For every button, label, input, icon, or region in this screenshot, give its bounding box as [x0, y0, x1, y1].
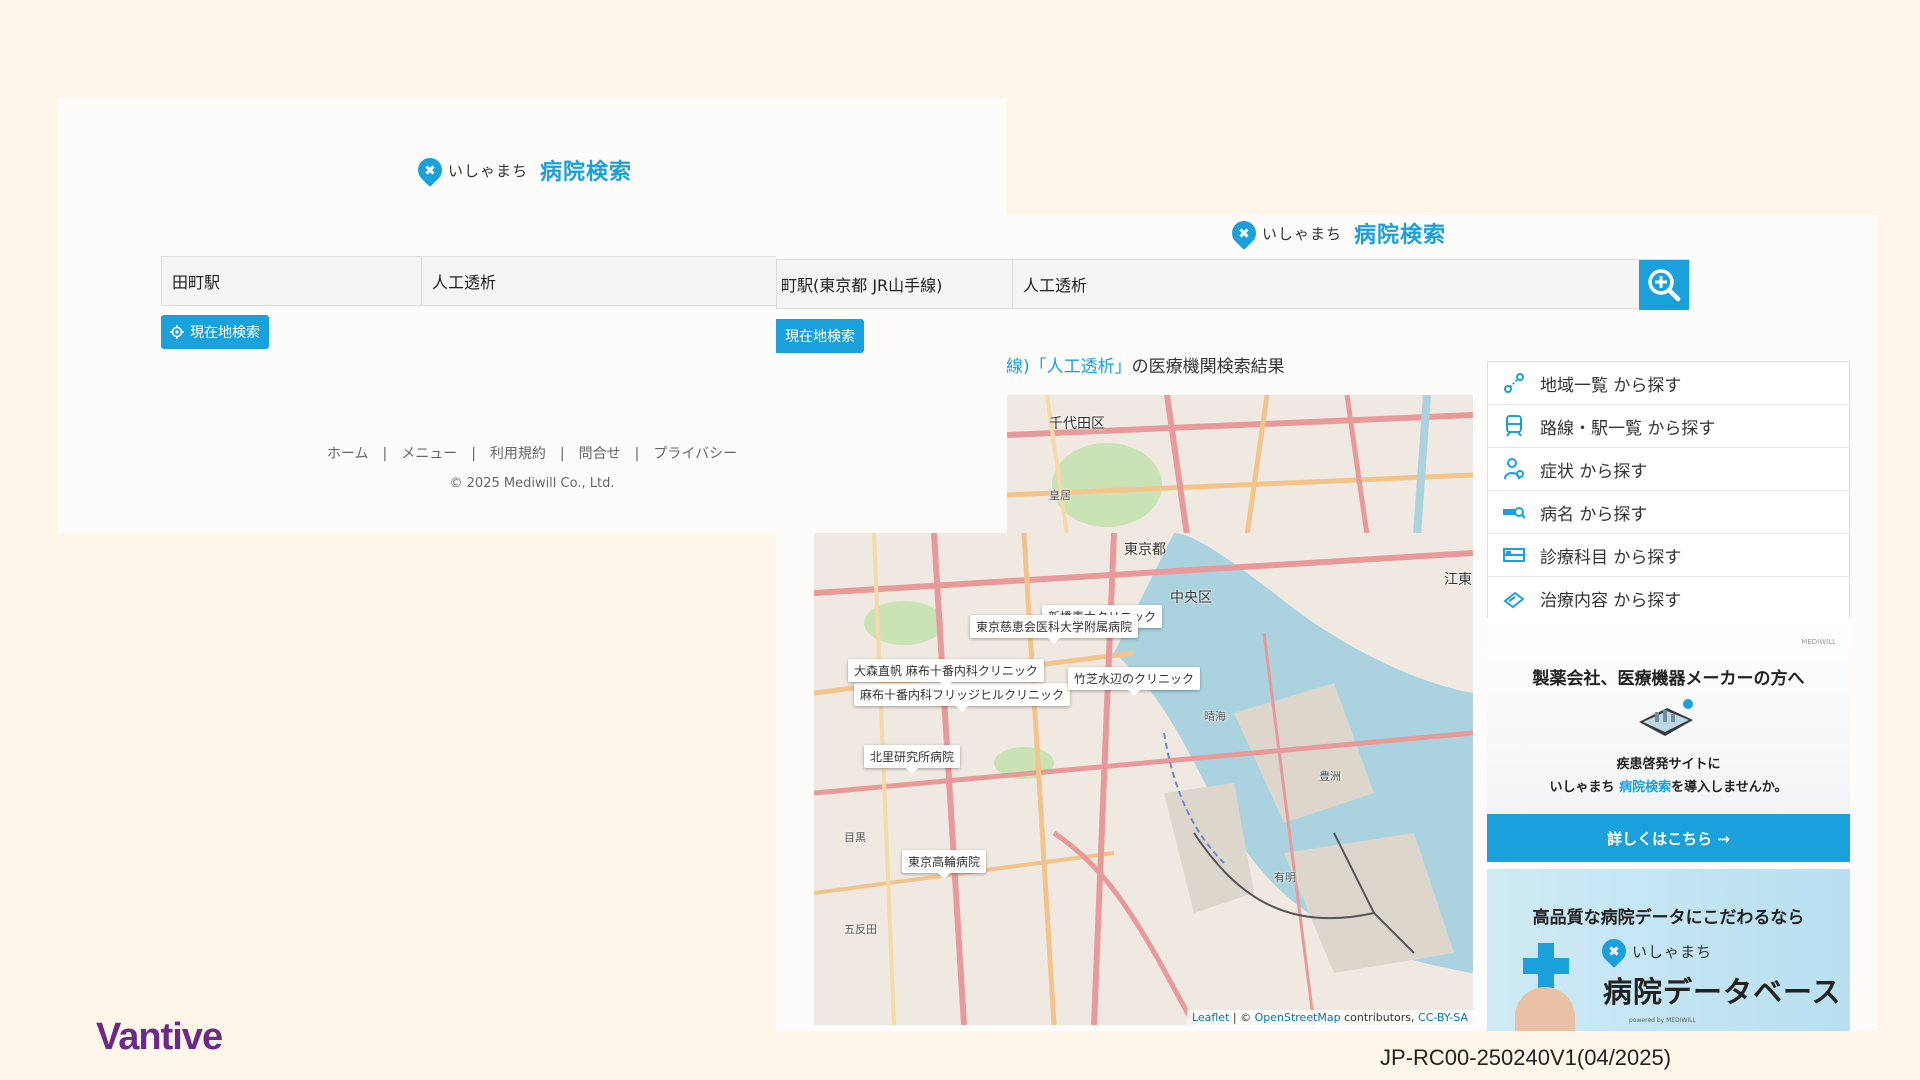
- footer-link-terms[interactable]: 利用規約: [490, 446, 546, 462]
- map-label: 豊洲: [1319, 770, 1341, 783]
- train-icon: [1502, 414, 1526, 438]
- smartphone-map-icon: [1639, 699, 1693, 736]
- menu-item-disease[interactable]: 病名 から探す: [1488, 491, 1849, 534]
- footer-link-contact[interactable]: 問合せ: [579, 446, 621, 462]
- location-button-label: 現在地検索: [785, 329, 855, 345]
- menu-item-label: 病名 から探す: [1540, 504, 1648, 525]
- license-link[interactable]: CC-BY-SA: [1418, 1011, 1468, 1024]
- menu-item-department[interactable]: 診療科目 から探す: [1488, 534, 1849, 577]
- hospital-bed-icon: [1502, 543, 1526, 567]
- map-label: 皇居: [1049, 489, 1071, 502]
- menu-item-label: 路線・駅一覧 から探す: [1540, 418, 1716, 439]
- medical-cross-drop-icon: [1597, 934, 1631, 968]
- results-heading-suffix: の医療機関検索結果: [1131, 357, 1285, 377]
- hospital-marker[interactable]: 東京慈恵会医科大学附属病院: [970, 615, 1139, 644]
- map-route-icon: [1502, 371, 1526, 395]
- brand-name-big: 病院検索: [1354, 223, 1447, 248]
- ad-brand-big: 病院検索: [1619, 780, 1672, 795]
- hospital-marker[interactable]: 麻布十番内科フリッジヒルクリニック: [854, 683, 1071, 712]
- ishamachi-logo: いしゃまち: [1597, 934, 1713, 968]
- mediwill-mini-logo: MEDIWILL: [1801, 638, 1836, 646]
- map-label: 江東: [1444, 572, 1472, 588]
- keyword-input[interactable]: 人工透析: [1013, 260, 1639, 308]
- ad-text-line1: 疾患啓発サイトに: [1616, 757, 1721, 772]
- footer-separator: |: [471, 446, 476, 462]
- ishamachi-logo[interactable]: いしゃまち 病院検索: [413, 153, 633, 187]
- menu-item-label: 診療科目 から探す: [1540, 547, 1682, 568]
- brand-name-small: いしゃまち: [448, 161, 529, 180]
- menu-item-label: 症状 から探す: [1540, 461, 1648, 482]
- document-id: JP-RC00-250240V1(04/2025): [1380, 1045, 1672, 1070]
- search-bar: 田町駅 人工透析: [161, 256, 877, 307]
- menu-item-symptom[interactable]: 症状 から探す: [1488, 448, 1849, 491]
- results-heading-prefix: 線)「: [1006, 357, 1047, 377]
- station-input[interactable]: 町駅(東京都 JR山手線): [777, 260, 1013, 308]
- menu-item-label: 治療内容 から探す: [1540, 591, 1682, 611]
- vantive-logo: Vantive: [96, 1016, 223, 1058]
- leaflet-link[interactable]: Leaflet: [1192, 1011, 1229, 1024]
- ishamachi-logo[interactable]: いしゃまち 病院検索: [1227, 216, 1447, 250]
- attribution-separator: | ©: [1229, 1011, 1255, 1024]
- results-heading-query: 人工透析」: [1046, 357, 1132, 377]
- database-title: 病院データベース: [1603, 975, 1842, 1009]
- brand-name-big: 病院検索: [540, 160, 633, 185]
- ad-brand-small: いしゃまち: [1549, 780, 1615, 795]
- menu-item-region[interactable]: 地域一覧 から探す: [1488, 362, 1849, 405]
- disease-search-icon: [1502, 500, 1526, 524]
- browse-menu: 地域一覧 から探す 路線・駅一覧 から探す 症状 から探す 病名 から探す 診療…: [1487, 361, 1850, 621]
- map-label: 東京都: [1124, 542, 1166, 558]
- ad-text-line2: いしゃまち 病院検索を導入しませんか。: [1487, 776, 1850, 795]
- ad-title: 高品質な病院データにこだわるなら: [1532, 908, 1805, 928]
- location-target-icon: [170, 325, 184, 339]
- menu-item-line-station[interactable]: 路線・駅一覧 から探す: [1488, 405, 1849, 448]
- hospital-marker[interactable]: 大森直帆 麻布十番内科クリニック: [848, 659, 1044, 688]
- footer-separator: |: [634, 446, 640, 462]
- hospital-marker[interactable]: 北里研究所病院: [864, 745, 961, 774]
- keyword-input[interactable]: 人工透析: [422, 257, 826, 305]
- results-map-top[interactable]: 千代田区 皇居: [1007, 395, 1473, 535]
- search-plus-icon: [1648, 269, 1681, 302]
- brand-name-small: いしゃまち: [1632, 942, 1713, 961]
- menu-item-label: 地域一覧 から探す: [1540, 375, 1682, 396]
- attribution-contributors: contributors,: [1340, 1011, 1419, 1024]
- station-input[interactable]: 田町駅: [162, 257, 422, 305]
- footer-link-menu[interactable]: メニュー: [401, 446, 457, 462]
- footer-link-privacy[interactable]: プライバシー: [653, 446, 737, 462]
- current-location-button[interactable]: 現在地検索: [776, 319, 864, 353]
- footer-link-home[interactable]: ホーム: [327, 446, 369, 462]
- osm-link[interactable]: OpenStreetMap: [1255, 1011, 1341, 1024]
- results-map[interactable]: 東京都 中央区 江東 晴海 有明 目黒 五反田 豊洲 新橋素木クリニック 東京慈…: [814, 533, 1473, 1025]
- map-label: 千代田区: [1049, 416, 1105, 432]
- current-location-button[interactable]: 現在地検索: [161, 315, 269, 349]
- map-label: 目黒: [844, 831, 866, 844]
- medical-cross-drop-icon: [413, 153, 447, 187]
- treatment-icon: [1502, 587, 1526, 611]
- ad-text-suffix: を導入しませんか。: [1671, 780, 1788, 795]
- hospital-marker[interactable]: 竹芝水辺のクリニック: [1068, 667, 1201, 696]
- hospital-database-ad-banner[interactable]: 高品質な病院データにこだわるなら いしゃまち 病院データベース powered …: [1487, 869, 1850, 1031]
- pharma-ad-banner[interactable]: MEDIWILL 製薬会社、医療機器メーカーの方へ 疾患啓発サイトに いしゃまち…: [1487, 618, 1850, 862]
- person-icon: [1502, 457, 1526, 481]
- map-label: 有明: [1274, 871, 1296, 884]
- hospital-marker[interactable]: 東京高輪病院: [902, 850, 987, 879]
- search-button[interactable]: [1639, 260, 1689, 310]
- footer-separator: |: [559, 446, 565, 462]
- map-label: 五反田: [844, 923, 877, 936]
- menu-item-treatment[interactable]: 治療内容 から探す: [1488, 577, 1849, 620]
- ad-title: 製薬会社、医療機器メーカーの方へ: [1532, 669, 1805, 689]
- search-bar: 町駅(東京都 JR山手線) 人工透析: [776, 259, 1690, 310]
- map-attribution: Leaflet | © OpenStreetMap contributors, …: [1186, 1010, 1473, 1025]
- hand-image: [1515, 987, 1575, 1031]
- powered-by: powered by MEDIWILL: [1629, 1017, 1696, 1024]
- location-button-label: 現在地検索: [190, 325, 260, 341]
- brand-name-small: いしゃまち: [1262, 224, 1343, 243]
- results-heading: 線)「人工透析」の医療機関検索結果: [1006, 352, 1285, 377]
- map-label: 晴海: [1204, 710, 1226, 723]
- medical-cross-drop-icon: [1227, 216, 1261, 250]
- footer-separator: |: [382, 446, 388, 462]
- map-label: 中央区: [1170, 590, 1212, 606]
- medical-cross-icon: [1523, 943, 1569, 989]
- details-button[interactable]: 詳しくはこちら →: [1487, 814, 1850, 862]
